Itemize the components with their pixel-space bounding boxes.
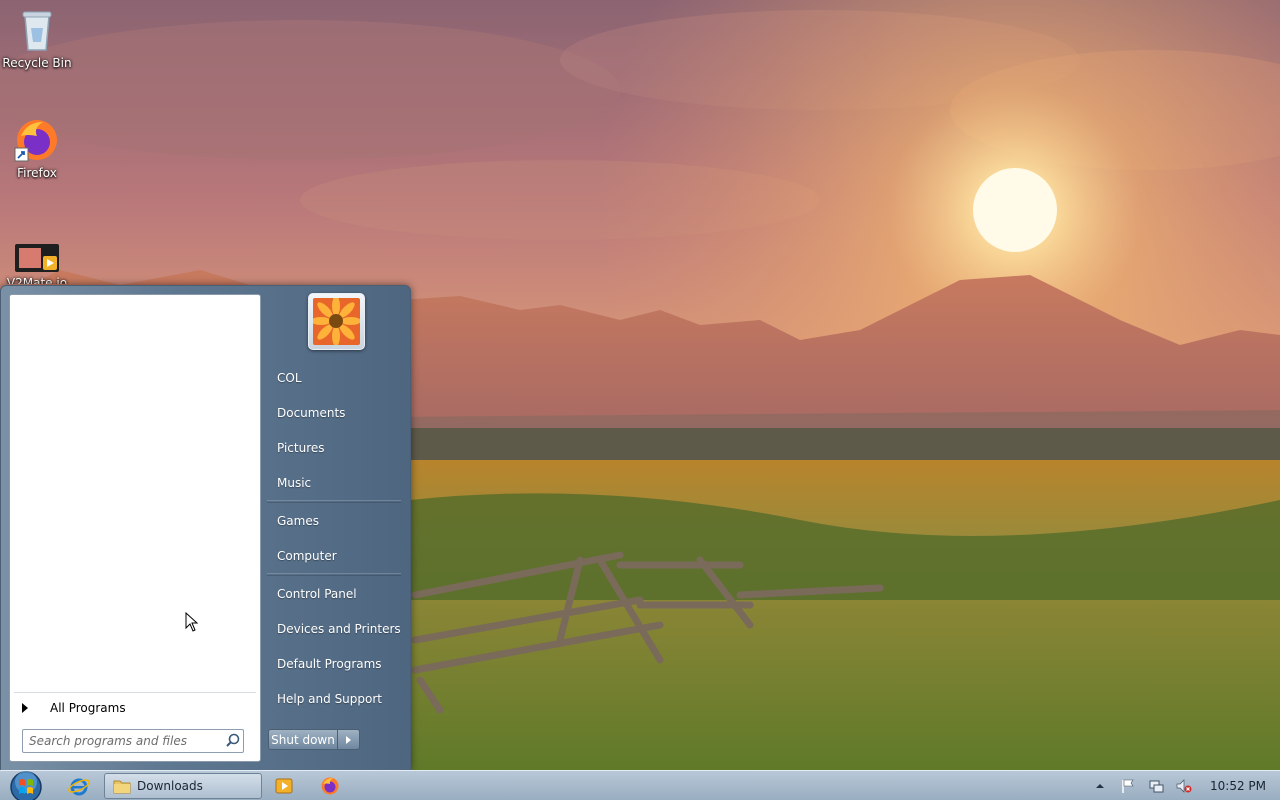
taskbar-pin-media-player[interactable] — [274, 773, 300, 799]
desktop-icon-firefox[interactable]: Firefox — [0, 116, 74, 180]
firefox-icon — [321, 777, 339, 795]
recent-programs-list — [10, 295, 260, 685]
search-icon[interactable] — [223, 731, 243, 751]
desktop-icon-label: Recycle Bin — [2, 56, 72, 70]
place-documents[interactable]: Documents — [261, 395, 411, 430]
taskbar-pin-firefox[interactable] — [320, 773, 346, 799]
search-input[interactable] — [23, 731, 223, 751]
desktop-icon-label: V2Mate.io — [6, 276, 68, 284]
show-hidden-icons-arrow[interactable] — [1092, 778, 1108, 794]
start-menu: All Programs Search programs and files C… — [0, 285, 411, 771]
chevron-right-icon — [346, 735, 351, 744]
all-programs-label: All Programs — [50, 700, 126, 715]
start-button[interactable] — [4, 767, 44, 800]
desktop-icon-recycle-bin[interactable]: Recycle Bin — [0, 6, 74, 70]
recycle-bin-icon — [13, 6, 61, 54]
shutdown-options-button[interactable] — [338, 729, 360, 750]
programs-pane: All Programs — [9, 294, 261, 762]
user-picture[interactable] — [308, 293, 365, 350]
video-app-icon — [13, 240, 61, 274]
taskbar-pin-internet-explorer[interactable] — [68, 773, 94, 799]
start-menu-places: COL Documents Pictures Music Games Compu… — [261, 360, 411, 716]
chevron-right-icon — [22, 702, 28, 713]
place-default-programs[interactable]: Default Programs — [261, 646, 411, 681]
action-center-flag-icon[interactable] — [1120, 778, 1136, 794]
desktop-icon-v2mate[interactable]: V2Mate.io — [0, 240, 74, 284]
place-music[interactable]: Music — [261, 465, 411, 500]
media-player-icon — [275, 778, 293, 794]
notification-area: 10:52 PM — [1086, 771, 1280, 800]
desktop-icon-label: Firefox — [17, 166, 57, 180]
search-box[interactable] — [22, 729, 244, 753]
place-control-panel[interactable]: Control Panel — [261, 576, 411, 611]
windows-orb-icon — [10, 771, 42, 800]
shutdown-button[interactable]: Shut down — [268, 729, 338, 750]
place-computer[interactable]: Computer — [261, 538, 411, 573]
network-icon[interactable] — [1148, 778, 1164, 794]
firefox-icon — [13, 116, 61, 164]
shutdown-group: Shut down — [268, 729, 360, 750]
all-programs-button[interactable]: All Programs — [14, 692, 256, 722]
place-devices-and-printers[interactable]: Devices and Printers — [261, 611, 411, 646]
place-games[interactable]: Games — [261, 503, 411, 538]
mouse-pointer-icon — [185, 611, 199, 632]
taskbar: Downloads 10:52 PM — [0, 770, 1280, 800]
place-user-folder[interactable]: COL — [261, 360, 411, 395]
internet-explorer-icon — [68, 778, 90, 796]
system-clock[interactable]: 10:52 PM — [1210, 779, 1266, 793]
taskbar-window-downloads[interactable]: Downloads — [104, 773, 262, 799]
folder-icon — [113, 780, 131, 794]
place-help-and-support[interactable]: Help and Support — [261, 681, 411, 716]
flower-user-picture — [313, 298, 360, 345]
place-pictures[interactable]: Pictures — [261, 430, 411, 465]
taskbar-window-label: Downloads — [137, 779, 203, 793]
volume-muted-icon[interactable] — [1176, 778, 1192, 794]
